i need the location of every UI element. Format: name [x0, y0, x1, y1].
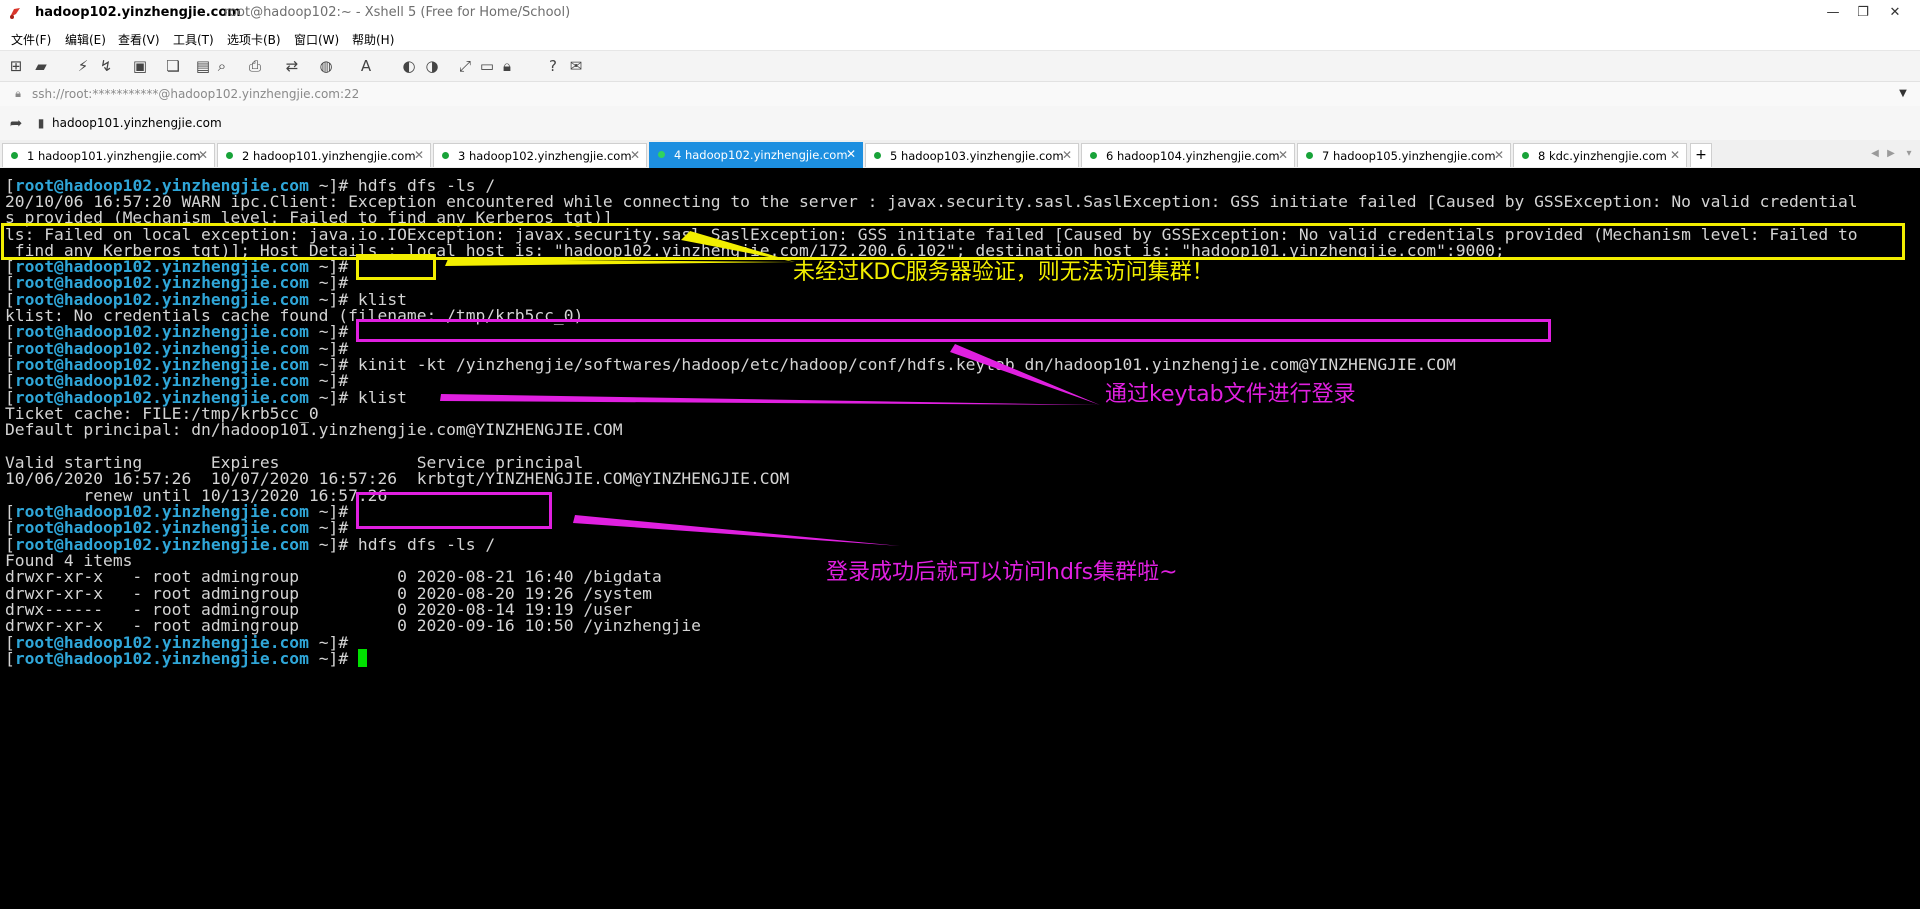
- menu-file[interactable]: 文件(F): [11, 31, 51, 48]
- kdc-annotation: 未经过KDC服务器验证，则无法访问集群！: [793, 260, 1214, 285]
- print-icon[interactable]: ⎙: [246, 57, 264, 75]
- tab-close-icon[interactable]: ✕: [1670, 148, 1680, 162]
- fullscreen-icon[interactable]: ⤢: [456, 57, 474, 75]
- tab-close-icon[interactable]: ✕: [846, 147, 856, 161]
- close-window-button[interactable]: ✕: [1880, 3, 1910, 23]
- link-arrow-icon[interactable]: ➦: [7, 114, 25, 132]
- status-dot: [874, 152, 881, 159]
- tab-close-icon[interactable]: ✕: [630, 148, 640, 162]
- tab-label: 4 hadoop102.yinzhengjie.com: [674, 148, 848, 162]
- tab-session-5[interactable]: 5 hadoop103.yinzhengjie.com ✕: [865, 143, 1079, 167]
- success-annotation: 登录成功后就可以访问hdfs集群啦~: [826, 560, 1178, 585]
- xshell-logo-icon: [10, 8, 20, 19]
- menu-bar: 文件(F) 编辑(E) 查看(V) 工具(T) 选项卡(B) 窗口(W) 帮助(…: [0, 26, 1920, 50]
- status-dot: [226, 152, 233, 159]
- help-icon[interactable]: ?: [544, 57, 562, 75]
- title-bar: hadoop102.yinzhengjie.com root@hadoop102…: [0, 0, 1920, 26]
- globe-icon[interactable]: ◍: [317, 57, 335, 75]
- status-dot: [1306, 152, 1313, 159]
- tab-label: 1 hadoop101.yinzhengjie.com: [27, 149, 201, 163]
- connect-icon[interactable]: ⚡: [74, 57, 92, 75]
- status-dot: [1090, 152, 1097, 159]
- status-dot: [658, 151, 665, 158]
- disconnect-icon[interactable]: ↯: [97, 57, 115, 75]
- tab-session-3[interactable]: 3 hadoop102.yinzhengjie.com ✕: [433, 143, 647, 167]
- menu-help[interactable]: 帮助(H): [352, 31, 394, 48]
- chat-icon[interactable]: ✉: [567, 57, 585, 75]
- xftp-icon[interactable]: ◐: [400, 57, 418, 75]
- properties-icon[interactable]: ▣: [131, 57, 149, 75]
- window-title: hadoop102.yinzhengjie.com: [35, 5, 241, 20]
- tab-session-7[interactable]: 7 hadoop105.yinzhengjie.com ✕: [1297, 143, 1511, 167]
- xagent-icon[interactable]: ◑: [423, 57, 441, 75]
- font-icon[interactable]: A: [357, 57, 375, 75]
- find-icon[interactable]: ⌕: [213, 57, 231, 75]
- restore-button[interactable]: ❐: [1848, 3, 1878, 23]
- menu-tabs[interactable]: 选项卡(B): [227, 31, 281, 48]
- minimize-button[interactable]: —: [1818, 3, 1848, 23]
- menu-edit[interactable]: 编辑(E): [65, 31, 106, 48]
- tab-label: 8 kdc.yinzhengjie.com: [1538, 149, 1667, 163]
- lock-icon: 🔒︎: [15, 87, 21, 100]
- tab-session-8[interactable]: 8 kdc.yinzhengjie.com ✕: [1513, 143, 1687, 167]
- tab-label: 2 hadoop101.yinzhengjie.com: [242, 149, 416, 163]
- keytab-arrow-to-klist: [440, 394, 1100, 405]
- address-input[interactable]: ssh://root:***********@hadoop102.yinzhen…: [32, 87, 359, 101]
- new-session-icon[interactable]: ⊞: [7, 57, 25, 75]
- tab-session-2[interactable]: 2 hadoop101.yinzhengjie.com ✕: [217, 143, 431, 167]
- tab-label: 6 hadoop104.yinzhengjie.com: [1106, 149, 1280, 163]
- keytab-annotation: 通过keytab文件进行登录: [1105, 382, 1356, 407]
- transfer-icon[interactable]: ⇄: [283, 57, 301, 75]
- link-item[interactable]: hadoop101.yinzhengjie.com: [52, 116, 222, 130]
- menu-view[interactable]: 查看(V): [118, 31, 160, 48]
- status-dot: [442, 152, 449, 159]
- address-bar[interactable]: 🔒︎ ssh://root:***********@hadoop102.yinz…: [0, 81, 1920, 107]
- tab-session-4-active[interactable]: 4 hadoop102.yinzhengjie.com ✕: [649, 142, 863, 168]
- tab-close-icon[interactable]: ✕: [414, 148, 424, 162]
- transparent-icon[interactable]: ▭: [478, 57, 496, 75]
- kdc-arrow-to-error: [681, 231, 795, 262]
- tab-close-icon[interactable]: ✕: [1278, 148, 1288, 162]
- tab-list-icon[interactable]: ▾: [1900, 145, 1918, 163]
- status-dot: [1522, 152, 1529, 159]
- toolbar: ⊞ ▰ ⚡ ↯ ▣ ❏ ▤ ⌕ ⎙ ⇄ ◍ A ◐ ◑ ⤢ ▭ 🔒︎ ? ✉: [0, 50, 1920, 81]
- tab-session-1[interactable]: 1 hadoop101.yinzhengjie.com ✕: [2, 143, 215, 167]
- menu-tools[interactable]: 工具(T): [173, 31, 214, 48]
- tab-close-icon[interactable]: ✕: [1062, 148, 1072, 162]
- tab-label: 3 hadoop102.yinzhengjie.com: [458, 149, 632, 163]
- paste-icon[interactable]: ▤: [194, 57, 212, 75]
- open-folder-icon[interactable]: ▰: [32, 57, 50, 75]
- window-subtitle: root@hadoop102:~ - Xshell 5 (Free for Ho…: [224, 5, 571, 20]
- tab-session-6[interactable]: 6 hadoop104.yinzhengjie.com ✕: [1081, 143, 1295, 167]
- tab-close-icon[interactable]: ✕: [1494, 148, 1504, 162]
- keyboard-icon[interactable]: [512, 57, 530, 75]
- tab-label: 7 hadoop105.yinzhengjie.com: [1322, 149, 1496, 163]
- keytab-arrow-to-kinit: [950, 344, 1100, 405]
- address-dropdown-icon[interactable]: ▼: [1894, 85, 1912, 103]
- bookmark-icon: ▮: [37, 116, 45, 130]
- copy-icon[interactable]: ❏: [164, 57, 182, 75]
- tab-label: 5 hadoop103.yinzhengjie.com: [890, 149, 1064, 163]
- links-bar: ➦ ▮ hadoop101.yinzhengjie.com: [0, 106, 1920, 140]
- tab-scroll-right-icon[interactable]: ▶: [1882, 145, 1900, 163]
- terminal[interactable]: [root@hadoop102.yinzhengjie.com ~]# hdfs…: [0, 168, 1920, 909]
- add-tab-button[interactable]: +: [1690, 143, 1712, 167]
- status-dot: [11, 152, 18, 159]
- session-tab-bar: 1 hadoop101.yinzhengjie.com ✕ 2 hadoop10…: [0, 140, 1920, 169]
- kdc-arrow-to-klist: [445, 259, 795, 266]
- menu-window[interactable]: 窗口(W): [294, 31, 339, 48]
- success-arrow-to-ls: [573, 515, 900, 546]
- tab-close-icon[interactable]: ✕: [198, 148, 208, 162]
